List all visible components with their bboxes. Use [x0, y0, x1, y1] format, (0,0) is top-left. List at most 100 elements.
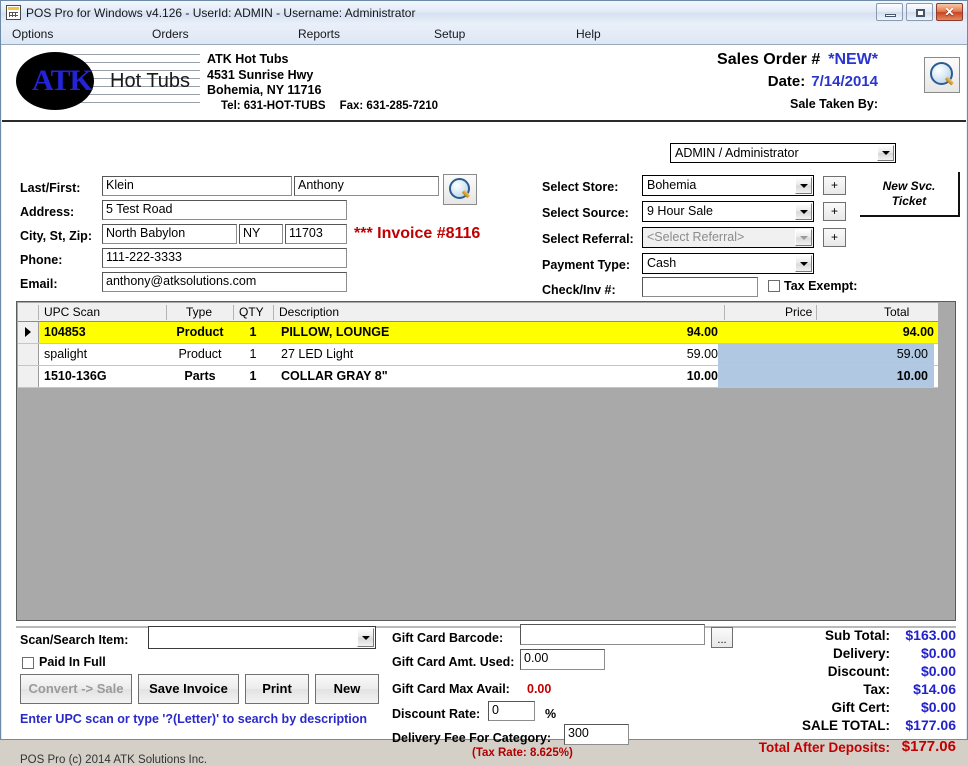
sale-total-value: $177.06	[905, 717, 956, 733]
chevron-down-icon[interactable]	[357, 628, 374, 647]
cell-price: 94.00	[686, 325, 718, 339]
sales-order-row: Sales Order # *NEW*	[717, 51, 878, 69]
application-window: POS Pro for Windows v4.126 - UserId: ADM…	[0, 0, 968, 766]
sub-total-value: $163.00	[905, 627, 956, 643]
select-store-label: Select Store:	[542, 180, 619, 194]
menu-item-help[interactable]: Help	[573, 27, 604, 41]
gift-card-barcode-input[interactable]	[520, 624, 705, 645]
chevron-down-icon[interactable]	[795, 255, 812, 272]
first-name-input[interactable]: Anthony	[294, 176, 439, 196]
cell-price: 10.00	[686, 369, 718, 383]
store-city: Bohemia, NY 11716	[207, 83, 322, 97]
header-search-button[interactable]	[924, 57, 960, 93]
address-input[interactable]: 5 Test Road	[102, 200, 347, 220]
print-button[interactable]: Print	[245, 674, 309, 704]
date-value: 7/14/2014	[811, 73, 878, 90]
email-input[interactable]: anthony@atksolutions.com	[102, 272, 347, 292]
select-source-dropdown[interactable]: 9 Hour Sale	[642, 201, 814, 222]
email-label: Email:	[20, 277, 58, 291]
line-items-grid[interactable]: UPC Scan Type QTY Description Price Tota…	[16, 301, 956, 621]
grid-col-price[interactable]: Price	[785, 305, 812, 319]
grid-col-qty[interactable]: QTY	[239, 305, 264, 319]
sale-taken-by-select[interactable]: ADMIN / Administrator	[670, 143, 896, 163]
chevron-down-icon[interactable]	[795, 203, 812, 220]
app-window-icon	[6, 5, 21, 20]
city-input[interactable]: North Babylon	[102, 224, 237, 244]
select-source-label: Select Source:	[542, 206, 629, 220]
gift-card-amount-input[interactable]: 0.00	[520, 649, 605, 670]
grid-col-upc[interactable]: UPC Scan	[44, 305, 100, 319]
new-button[interactable]: New	[315, 674, 379, 704]
zip-input[interactable]: 11703	[285, 224, 347, 244]
copyright-text: POS Pro (c) 2014 ATK Solutions Inc.	[20, 754, 208, 766]
menu-item-setup[interactable]: Setup	[431, 27, 468, 41]
add-source-button[interactable]: +	[823, 202, 846, 221]
payment-type-label: Payment Type:	[542, 258, 630, 272]
menu-item-options[interactable]: Options	[9, 27, 56, 41]
gift-card-max-label: Gift Card Max Avail:	[392, 682, 510, 696]
select-store-dropdown[interactable]: Bohemia	[642, 175, 814, 196]
minimize-button[interactable]	[876, 3, 903, 21]
logo-brand-text: ATK	[32, 64, 93, 97]
paid-in-full-checkbox[interactable]	[22, 657, 34, 669]
chevron-down-icon[interactable]	[795, 177, 812, 194]
store-contact: Tel: 631-HOT-TUBS Fax: 631-285-7210	[207, 99, 438, 115]
sale-taken-by-row: Sale Taken By:	[790, 97, 878, 111]
discount-value: $0.00	[920, 663, 956, 679]
last-name-input[interactable]: Klein	[102, 176, 292, 196]
delivery-fee-label: Delivery Fee For Category:	[392, 731, 552, 745]
table-row[interactable]: 1510-136G Parts 1 COLLAR GRAY 8" 10.00 1…	[18, 366, 940, 388]
grid-col-description[interactable]: Description	[279, 305, 339, 319]
delivery-value: $0.00	[920, 645, 956, 661]
tax-exempt-checkbox[interactable]	[768, 280, 780, 292]
cell-total: 94.00	[902, 325, 934, 339]
store-info: ATK Hot Tubs 4531 Sunrise Hwy Bohemia, N…	[207, 52, 438, 114]
table-row[interactable]: 104853 Product 1 PILLOW, LOUNGE 94.00 94…	[18, 322, 940, 344]
invoice-number-note: *** Invoice #8116	[354, 225, 481, 242]
cell-type: Product	[176, 325, 224, 339]
menu-item-orders[interactable]: Orders	[149, 27, 192, 41]
discount-rate-input[interactable]: 0	[488, 701, 535, 721]
window-controls: ✕	[876, 3, 963, 21]
sale-taken-by-label: Sale Taken By:	[789, 97, 878, 111]
table-row[interactable]: spalight Product 1 27 LED Light 59.00 59…	[18, 344, 940, 366]
grid-col-total[interactable]: Total	[884, 305, 909, 319]
payment-type-dropdown[interactable]: Cash	[642, 253, 814, 274]
chevron-down-icon[interactable]	[877, 145, 894, 161]
maximize-button[interactable]	[906, 3, 933, 21]
cell-type: Product	[178, 347, 222, 361]
save-invoice-button[interactable]: Save Invoice	[138, 674, 239, 704]
new-service-ticket-button[interactable]: New Svc. Ticket	[860, 172, 960, 217]
company-logo: ATK Hot Tubs	[10, 50, 200, 112]
gift-card-browse-button[interactable]: ...	[711, 627, 733, 648]
check-inv-input[interactable]	[642, 277, 758, 297]
chevron-down-icon[interactable]	[795, 229, 812, 246]
store-name: ATK Hot Tubs	[207, 52, 289, 66]
scan-search-input[interactable]	[148, 626, 376, 649]
grid-col-type[interactable]: Type	[186, 305, 212, 319]
cell-upc: 1510-136G	[44, 369, 107, 383]
phone-label: Phone:	[20, 253, 63, 267]
select-referral-value: <Select Referral>	[647, 230, 745, 244]
add-referral-button[interactable]: +	[823, 228, 846, 247]
grid-scrollbar[interactable]	[938, 303, 954, 619]
phone-input[interactable]: 111-222-3333	[102, 248, 347, 268]
scan-search-label: Scan/Search Item:	[20, 633, 129, 647]
customer-lookup-button[interactable]	[443, 174, 477, 205]
convert-to-sale-button[interactable]: Convert -> Sale	[20, 674, 132, 704]
state-input[interactable]: NY	[239, 224, 283, 244]
row-selector[interactable]	[18, 322, 39, 343]
row-selector[interactable]	[18, 366, 39, 387]
discount-label: Discount:	[827, 664, 890, 679]
menu-item-reports[interactable]: Reports	[295, 27, 343, 41]
grid-header-row: UPC Scan Type QTY Description Price Tota…	[18, 303, 940, 322]
row-selector[interactable]	[18, 344, 39, 365]
discount-rate-label: Discount Rate:	[392, 707, 481, 721]
close-button[interactable]: ✕	[936, 3, 963, 21]
select-referral-dropdown[interactable]: <Select Referral>	[642, 227, 814, 248]
check-inv-label: Check/Inv #:	[542, 283, 616, 297]
add-store-button[interactable]: +	[823, 176, 846, 195]
sales-order-value: *NEW*	[828, 51, 878, 68]
delivery-fee-input[interactable]: 300	[564, 724, 629, 745]
total-after-deposits-value: $177.06	[901, 738, 956, 755]
